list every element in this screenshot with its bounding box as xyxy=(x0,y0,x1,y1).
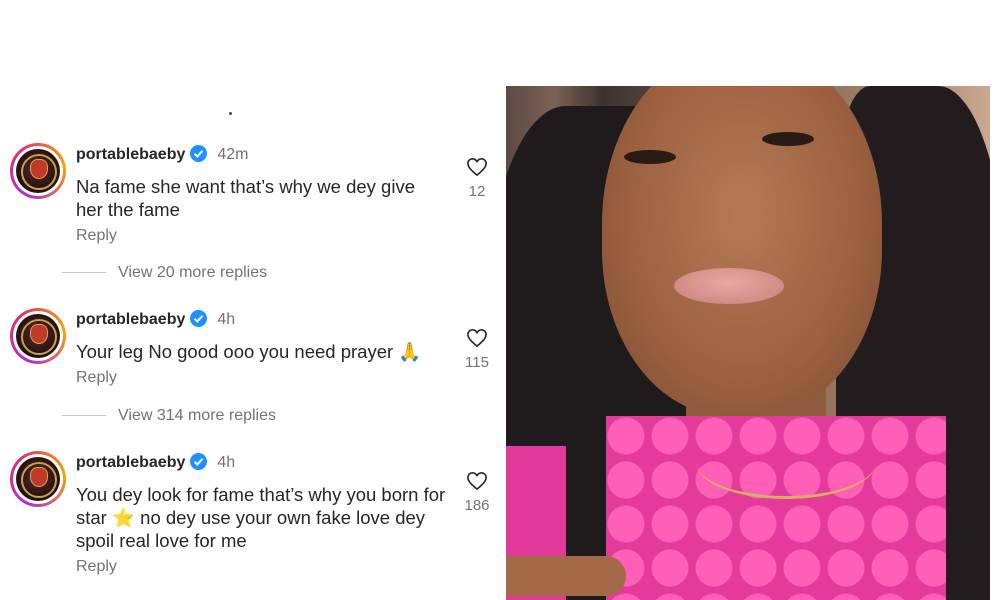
reply-button[interactable]: Reply xyxy=(76,227,117,245)
heart-icon[interactable] xyxy=(466,157,488,177)
verified-badge-icon xyxy=(190,453,208,470)
verified-badge-icon xyxy=(190,310,208,327)
photo-finger xyxy=(506,556,626,596)
comment-header: portablebaeby 4h xyxy=(76,310,235,329)
photo-lips xyxy=(674,268,784,304)
like-control[interactable]: 12 xyxy=(464,157,490,200)
divider-line xyxy=(62,272,106,274)
comment-text: Your leg No good ooo you need prayer 🙏 xyxy=(76,341,422,362)
view-replies-link[interactable]: View 314 more replies xyxy=(62,407,276,425)
comment-item: portablebaeby 42m Na fame she want that’s… xyxy=(10,143,500,253)
avatar[interactable] xyxy=(10,308,66,364)
photo-eye-left xyxy=(624,150,676,164)
reply-button[interactable]: Reply xyxy=(76,558,117,576)
comment-item: portablebaeby 4h Your leg No good ooo you… xyxy=(10,308,500,398)
comment-item: portablebaeby 4h You dey look for fame th… xyxy=(10,451,500,591)
view-replies-label: View 314 more replies xyxy=(118,407,277,424)
like-count: 12 xyxy=(468,183,486,200)
view-replies-link[interactable]: View 20 more replies xyxy=(62,264,267,282)
comment-header: portablebaeby 42m xyxy=(76,145,248,164)
comment-time: 4h xyxy=(217,454,236,471)
avatar[interactable] xyxy=(10,143,66,199)
username-link[interactable]: portablebaeby xyxy=(76,146,185,163)
separator-dot xyxy=(229,112,232,115)
selfie-photo xyxy=(506,86,990,600)
photo-eye-right xyxy=(762,132,814,146)
verified-badge-icon xyxy=(190,145,208,162)
like-control[interactable]: 115 xyxy=(464,328,490,371)
comment-text: You dey look for fame that’s why you bor… xyxy=(76,484,446,551)
like-control[interactable]: 186 xyxy=(464,471,490,514)
comment-time: 4h xyxy=(217,311,236,328)
comment-text: Na fame she want that’s why we dey give … xyxy=(76,176,415,220)
like-count: 115 xyxy=(465,354,489,371)
comment-time: 42m xyxy=(217,146,249,163)
username-link[interactable]: portablebaeby xyxy=(76,311,185,328)
comment-header: portablebaeby 4h xyxy=(76,453,235,472)
heart-icon[interactable] xyxy=(466,471,488,491)
heart-icon[interactable] xyxy=(466,328,488,348)
username-link[interactable]: portablebaeby xyxy=(76,454,185,471)
photo-face xyxy=(602,86,882,416)
view-replies-label: View 20 more replies xyxy=(118,264,268,281)
reply-button[interactable]: Reply xyxy=(76,369,117,387)
divider-line xyxy=(62,415,106,417)
like-count: 186 xyxy=(464,497,490,514)
avatar[interactable] xyxy=(10,451,66,507)
photo-gold-chain xyxy=(696,426,876,499)
